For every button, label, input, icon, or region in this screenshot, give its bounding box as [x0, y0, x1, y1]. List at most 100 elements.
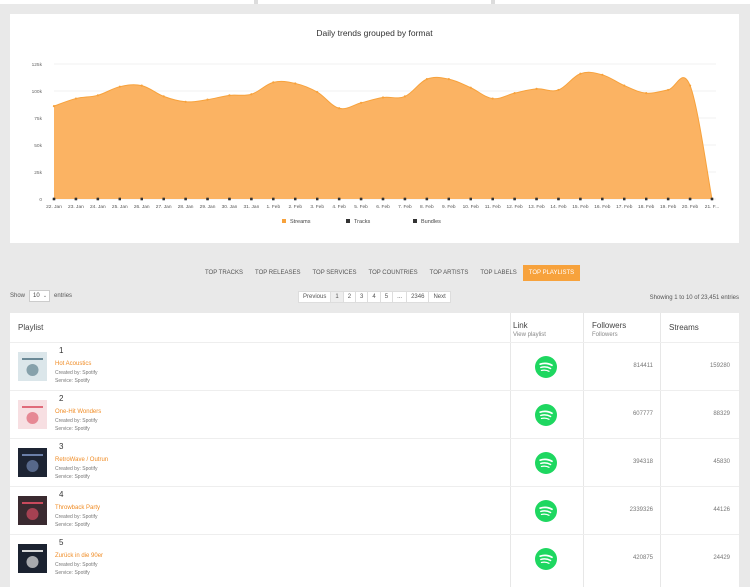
page-button-5[interactable]: 5	[379, 291, 394, 303]
tab-top-services[interactable]: TOP SERVICES	[306, 265, 362, 281]
spotify-icon[interactable]	[535, 356, 557, 378]
streams-point	[316, 90, 319, 94]
page-button-2346[interactable]: 2346	[406, 291, 430, 303]
header-link-sub: View playlist	[513, 332, 546, 338]
x-tick-label: 31. Jan	[244, 204, 260, 210]
x-tick-label: 2. Feb	[288, 204, 302, 210]
bundles-point	[579, 197, 582, 201]
streams-point	[601, 73, 604, 76]
tab-top-playlists[interactable]: TOP PLAYLISTS	[522, 265, 581, 281]
page-button-3[interactable]: 3	[355, 291, 369, 303]
x-tick-label: 25. Jan	[112, 204, 128, 210]
entries-length-select[interactable]: 10 ⌄	[29, 290, 51, 302]
tab-top-countries[interactable]: TOP COUNTRIES	[363, 265, 424, 281]
bundles-point	[425, 197, 429, 201]
trend-chart-card: 0 25k 50k 75k 100k 125k 22. Jan 23. Jan 24. Jan 2…	[10, 14, 739, 243]
x-tick-label: 30. Jan	[222, 204, 238, 210]
y-tick-label: 0	[39, 197, 42, 203]
y-tick-label: 50k	[34, 143, 42, 149]
header-link[interactable]: Link	[513, 321, 528, 330]
x-tick-label: 10. Feb	[463, 204, 480, 210]
streams-point	[381, 96, 385, 99]
page-button-1[interactable]: 1	[330, 291, 344, 303]
table-row: 3 RetroWave / Outrun Created by: Spotify Se…	[10, 438, 739, 486]
bundles-point	[96, 197, 100, 201]
streams-point	[447, 78, 450, 81]
streams-point	[469, 86, 472, 89]
bundles-point	[469, 197, 472, 201]
streams-point	[272, 81, 275, 84]
playlist-cover	[18, 352, 47, 381]
legend-label: Streams	[290, 219, 311, 225]
bundles-point	[601, 197, 604, 201]
playlist-creator: Created by: Spotify	[55, 370, 98, 376]
legend-label: Bundles	[421, 219, 441, 225]
tab-top-releases[interactable]: TOP RELEASES	[249, 265, 306, 281]
bundles-point	[403, 197, 407, 201]
x-tick-label: 23. Jan	[68, 204, 84, 210]
playlist-rank: 2	[59, 394, 64, 403]
spotify-icon[interactable]	[535, 452, 557, 474]
bundles-point	[52, 197, 56, 201]
bundles-point	[272, 197, 275, 201]
playlist-name-link[interactable]: Zurück in die 90er	[55, 553, 103, 559]
legend-swatch	[282, 219, 286, 223]
header-followers-sub: Followers	[592, 332, 618, 338]
bundles-point	[206, 197, 209, 201]
bundles-point	[535, 197, 538, 201]
bundles-point	[250, 197, 253, 201]
x-tick-label: 24. Jan	[90, 204, 106, 210]
streams-point	[535, 87, 538, 90]
bundles-point	[118, 197, 121, 201]
streams-point	[403, 95, 407, 98]
legend-swatch	[413, 219, 417, 223]
playlist-service: Service: Spotify	[55, 522, 90, 528]
playlist-name-link[interactable]: Throwback Party	[55, 505, 100, 511]
streams-point	[359, 101, 363, 104]
spotify-icon[interactable]	[535, 404, 557, 426]
bundles-point	[447, 197, 450, 201]
streams-point	[513, 92, 516, 95]
playlist-creator: Created by: Spotify	[55, 466, 98, 472]
header-followers[interactable]: Followers	[592, 321, 626, 330]
tab-top-artists[interactable]: TOP ARTISTS	[424, 265, 475, 281]
playlist-rank: 5	[59, 538, 64, 547]
entries-length-value: 10	[33, 293, 40, 299]
playlist-name-link[interactable]: Hot Acoustics	[55, 361, 91, 367]
spotify-icon[interactable]	[535, 500, 557, 522]
y-tick-label: 75k	[34, 116, 42, 122]
streams-point	[557, 88, 560, 92]
entries-label: entries	[54, 293, 73, 299]
x-tick-label: 11. Feb	[485, 204, 501, 210]
playlist-streams: 159280	[709, 363, 730, 369]
streams-point	[184, 100, 187, 103]
tab-top-tracks[interactable]: TOP TRACKS	[199, 265, 249, 281]
previous-page-button[interactable]: Previous	[298, 291, 332, 303]
playlist-creator: Created by: Spotify	[55, 562, 98, 568]
streams-point	[250, 93, 253, 96]
tab-top-labels[interactable]: TOP LABELS	[474, 265, 522, 281]
entries-length-control: Show 10 ⌄ entries	[10, 290, 72, 302]
page-button-4[interactable]: 4	[367, 291, 381, 303]
streams-point	[206, 98, 209, 101]
page-button-2[interactable]: 2	[342, 291, 357, 303]
next-page-button[interactable]: Next	[428, 291, 451, 303]
bundles-point	[337, 197, 341, 201]
bundles-point	[666, 197, 670, 201]
playlist-name-link[interactable]: One-Hit Wonders	[55, 409, 101, 415]
playlist-service: Service: Spotify	[55, 570, 90, 576]
header-playlist[interactable]: Playlist	[18, 323, 43, 332]
header-streams[interactable]: Streams	[669, 323, 699, 332]
y-tick-label: 25k	[34, 170, 42, 176]
playlist-streams: 88329	[713, 411, 730, 417]
playlist-streams: 24429	[713, 555, 730, 561]
playlist-name-link[interactable]: RetroWave / Outrun	[55, 457, 108, 463]
x-tick-label: 5. Feb	[354, 204, 368, 210]
streams-point	[623, 84, 626, 87]
bundles-point	[294, 197, 297, 201]
playlist-cover	[18, 496, 47, 525]
bundles-point	[645, 197, 648, 201]
spotify-icon[interactable]	[535, 548, 557, 570]
playlist-followers: 2339326	[629, 507, 653, 513]
x-tick-label: 15. Feb	[572, 204, 589, 210]
